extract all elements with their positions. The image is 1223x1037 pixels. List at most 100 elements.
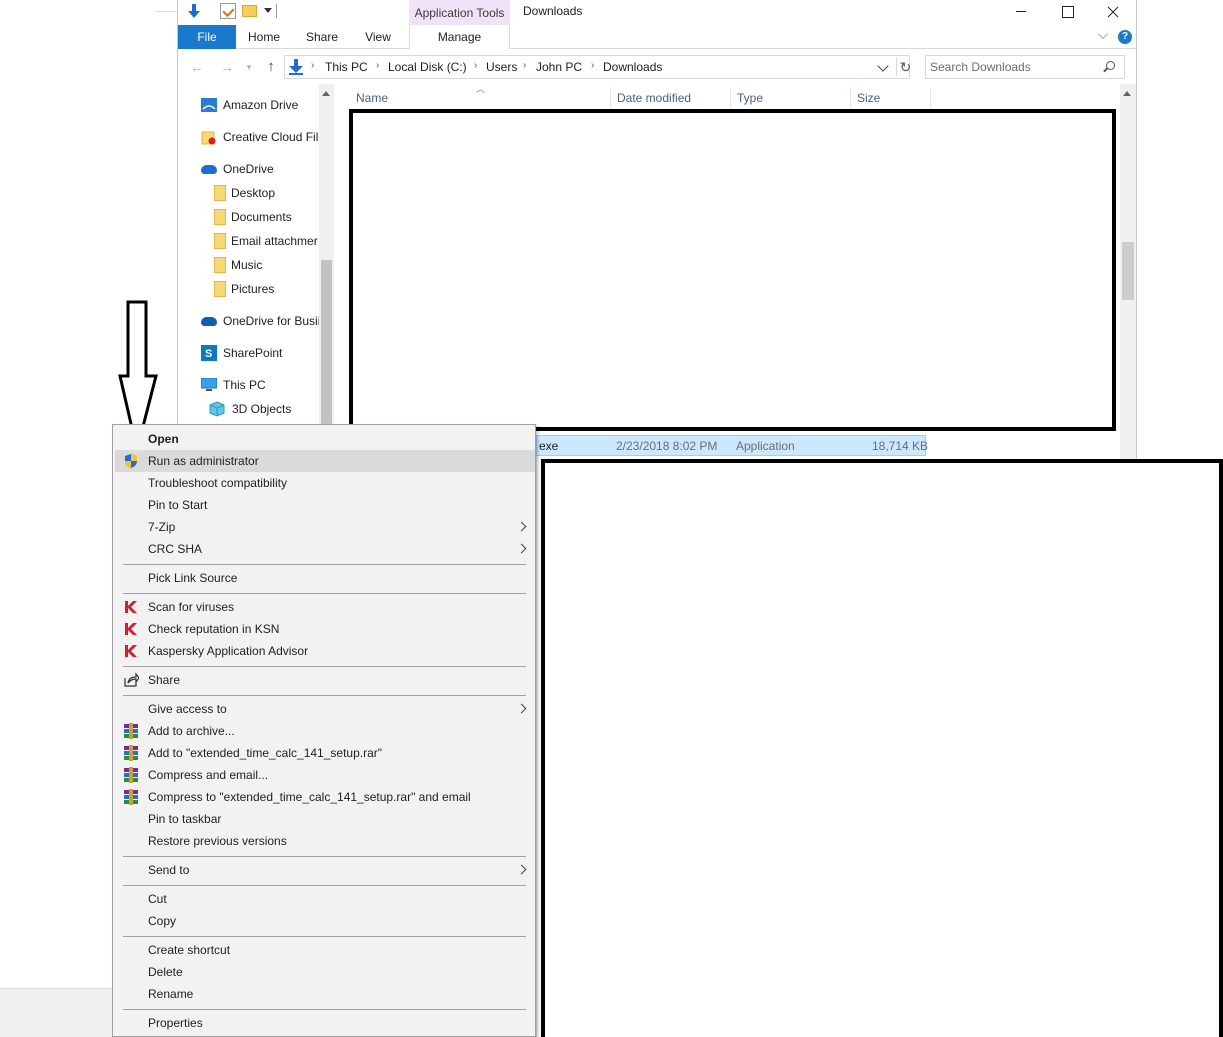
address-bar[interactable]: › This PC › Local Disk (C:) › Users › Jo… [284,55,911,79]
crumb-separator: › [523,60,527,71]
menu-separator [123,564,526,565]
scroll-up-icon[interactable] [1123,91,1131,96]
menu-item-check-reputation[interactable]: Check reputation in KSN [115,618,535,640]
new-folder-quick-icon[interactable] [242,5,257,17]
menu-item-restore-previous-versions[interactable]: Restore previous versions [115,830,535,852]
refresh-icon[interactable]: ↻ [896,58,914,76]
column-separator[interactable] [930,88,931,108]
search-input[interactable] [930,59,1100,75]
menu-item-add-to-rar[interactable]: Add to "extended_time_calc_141_setup.rar… [115,742,535,764]
menu-separator [123,856,526,857]
nav-item-sharepoint[interactable]: S SharePoint [201,343,319,363]
nav-item-3d-objects[interactable]: 3D Objects [209,399,319,419]
forward-button[interactable]: → [218,58,236,76]
properties-quick-icon[interactable] [220,3,236,19]
nav-item-creative-cloud[interactable]: Creative Cloud Fil [201,127,319,147]
menu-item-cut[interactable]: Cut [115,888,535,910]
maximize-button[interactable] [1044,0,1090,24]
crumb-local-disk[interactable]: Local Disk (C:) [388,60,467,74]
menu-item-crc-sha[interactable]: CRC SHA [115,538,535,560]
nav-item-amazon-drive[interactable]: Amazon Drive [201,95,319,115]
column-separator[interactable] [730,88,731,108]
nav-item-documents[interactable]: Documents [213,207,319,227]
column-name[interactable]: Name [356,88,388,108]
column-separator[interactable] [610,88,611,108]
menu-item-properties[interactable]: Properties [115,1012,535,1034]
chevron-down-icon[interactable] [1098,29,1108,39]
address-dropdown-icon[interactable] [877,60,889,72]
menu-item-delete[interactable]: Delete [115,961,535,983]
onedrive-business-icon [201,317,217,326]
menu-item-add-to-archive[interactable]: Add to archive... [115,720,535,742]
column-date-modified[interactable]: Date modified [617,88,691,108]
nav-item-desktop[interactable]: Desktop [213,183,319,203]
crumb-downloads[interactable]: Downloads [603,60,662,74]
crumb-this-pc[interactable]: This PC [325,60,368,74]
menu-item-kaspersky-advisor[interactable]: Kaspersky Application Advisor [115,640,535,662]
tab-manage[interactable]: Manage [409,25,510,49]
menu-item-rename[interactable]: Rename [115,983,535,1005]
nav-item-this-pc[interactable]: This PC [201,375,319,395]
folder-icon [214,209,226,225]
download-arrow-icon[interactable] [186,3,202,19]
menu-separator [123,695,526,696]
quick-access-dropdown-icon[interactable] [264,8,272,13]
help-icon[interactable]: ? [1118,30,1132,44]
share-icon [124,672,139,687]
menu-item-7zip[interactable]: 7-Zip [115,516,535,538]
background-line [155,11,177,12]
menu-separator [123,666,526,667]
menu-item-compress-and-email[interactable]: Compress and email... [115,764,535,786]
file-list-scrollbar[interactable] [1120,84,1136,460]
tab-file[interactable]: File [178,25,236,49]
column-type[interactable]: Type [737,88,763,108]
ribbon-tabs: File Home Share View Manage ? [178,25,1136,49]
menu-item-pin-to-start[interactable]: Pin to Start [115,494,535,516]
menu-item-copy[interactable]: Copy [115,910,535,932]
menu-item-open[interactable]: Open [115,428,535,450]
nav-item-pictures[interactable]: Pictures [213,279,319,299]
crumb-john-pc[interactable]: John PC [536,60,582,74]
up-button[interactable]: ↑ [262,58,280,76]
menu-item-create-shortcut[interactable]: Create shortcut [115,939,535,961]
close-button[interactable] [1090,0,1136,24]
folder-icon [214,257,226,273]
nav-item-music[interactable]: Music [213,255,319,275]
winrar-icon [124,789,138,805]
menu-separator [123,936,526,937]
nav-item-onedrive-business[interactable]: OneDrive for Busii [201,311,319,331]
tab-share[interactable]: Share [298,25,346,49]
folder-icon [214,185,226,201]
tab-home[interactable]: Home [240,25,288,49]
crumb-users[interactable]: Users [486,60,517,74]
back-button[interactable]: ← [188,58,206,76]
recent-locations-button[interactable]: ▾ [240,58,258,76]
search-box[interactable] [925,55,1125,79]
menu-item-send-to[interactable]: Send to [115,859,535,881]
scrollbar-thumb[interactable] [1122,242,1134,300]
menu-item-give-access-to[interactable]: Give access to [115,698,535,720]
submenu-arrow-icon [516,864,527,875]
kaspersky-icon [125,623,137,635]
menu-item-pick-link-source[interactable]: Pick Link Source [115,567,535,589]
menu-item-troubleshoot-compatibility[interactable]: Troubleshoot compatibility [115,472,535,494]
selected-file-row[interactable]: exe 2/23/2018 8:02 PM Application 18,714… [536,435,928,456]
uac-shield-icon [125,454,137,468]
search-icon[interactable] [1106,61,1115,70]
menu-item-share[interactable]: Share [115,669,535,691]
scrollbar-thumb[interactable] [321,260,332,424]
column-separator[interactable] [850,88,851,108]
menu-item-pin-to-taskbar[interactable]: Pin to taskbar [115,808,535,830]
nav-item-onedrive[interactable]: OneDrive [201,159,319,179]
nav-item-email-attachments[interactable]: Email attachmer [213,231,319,251]
menu-item-compress-rar-and-email[interactable]: Compress to "extended_time_calc_141_setu… [115,786,535,808]
redacted-area [541,459,1223,1037]
minimize-button[interactable] [998,0,1044,24]
menu-item-run-as-administrator[interactable]: Run as administrator [115,450,535,472]
tab-view[interactable]: View [354,25,402,49]
scroll-up-icon[interactable] [322,91,330,96]
window-title: Downloads [523,4,583,18]
navigation-scrollbar[interactable] [319,84,334,424]
column-size[interactable]: Size [857,88,880,108]
menu-item-scan-for-viruses[interactable]: Scan for viruses [115,596,535,618]
